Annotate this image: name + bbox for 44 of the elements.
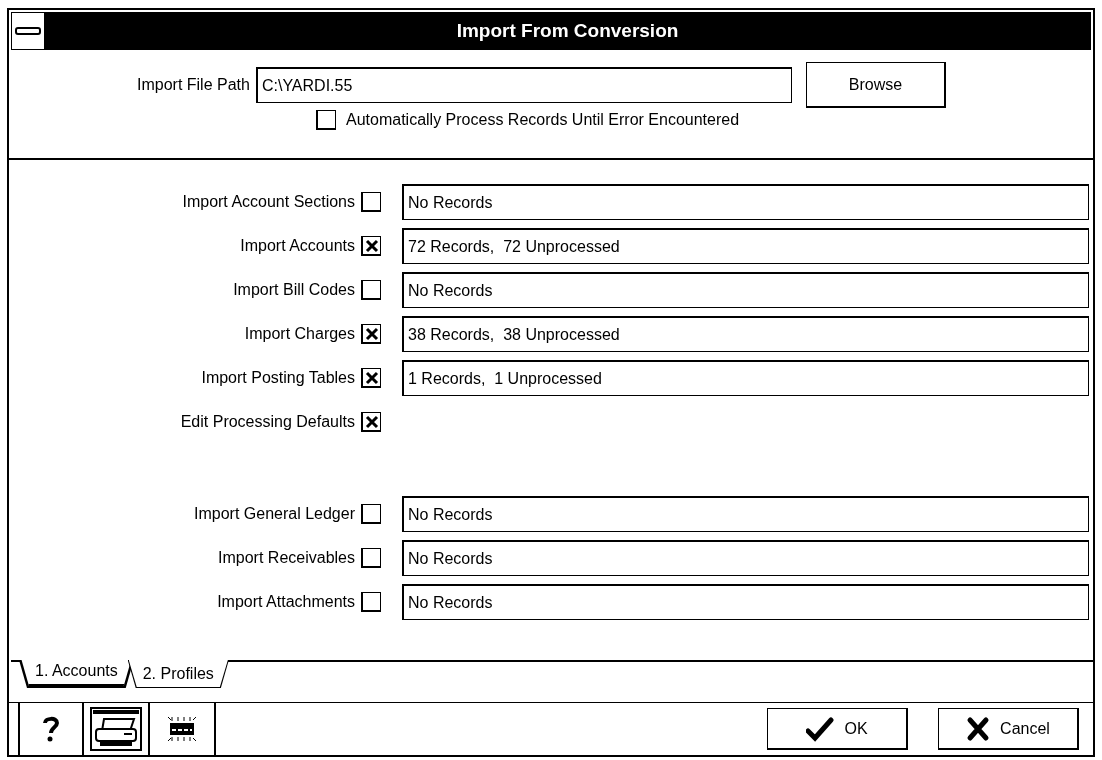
- cancel-button[interactable]: Cancel: [938, 708, 1079, 750]
- question-mark-icon: [42, 715, 60, 743]
- status-field: No Records: [402, 496, 1089, 532]
- checkbox[interactable]: [361, 324, 381, 344]
- status-field: No Records: [402, 584, 1089, 620]
- ok-button[interactable]: OK: [767, 708, 908, 750]
- status-field: No Records: [402, 272, 1089, 308]
- window-title: Import From Conversion: [44, 12, 1091, 50]
- field-label: Import File Path: [137, 76, 250, 94]
- file-path-field[interactable]: C:\YARDI.55: [255, 67, 792, 103]
- checkbox-label: Import Receivables: [217, 549, 355, 567]
- checkbox-label: Import Posting Tables: [200, 369, 355, 387]
- checkbox-label: Import Bill Codes: [232, 281, 355, 299]
- status-field: 38 Records, 38 Unprocessed: [402, 316, 1089, 352]
- help-button[interactable]: [18, 703, 84, 755]
- checkbox-label: Import Charges: [243, 325, 355, 343]
- checkbox-label: Import Attachments: [216, 593, 355, 611]
- status-field: 1 Records, 1 Unprocessed: [402, 360, 1089, 396]
- checkbox-label: Import General Ledger: [193, 505, 355, 523]
- checkbox[interactable]: [361, 280, 381, 300]
- checkbox-label: Import Account Sections: [181, 193, 355, 211]
- tab[interactable]: 2. Profiles: [128, 660, 228, 687]
- browse-button[interactable]: Browse: [805, 62, 946, 108]
- system-menu-button[interactable]: [11, 12, 44, 50]
- printer-icon: [90, 707, 142, 751]
- checkmark-icon: [806, 715, 835, 742]
- checkbox[interactable]: [316, 110, 336, 130]
- checkbox-label: Edit Processing Defaults: [179, 413, 355, 431]
- checkbox-label: Import Accounts: [239, 237, 355, 255]
- checkbox[interactable]: [361, 192, 381, 212]
- status-field: No Records: [402, 540, 1089, 576]
- checkbox-label: Automatically Process Records Until Error Encountered: [346, 111, 740, 129]
- keyboard-icon: [167, 715, 197, 743]
- tab[interactable]: 1. Accounts: [21, 658, 132, 686]
- checkbox[interactable]: [361, 504, 381, 524]
- status-field: 72 Records, 72 Unprocessed: [402, 228, 1089, 264]
- minus-icon: [15, 27, 41, 35]
- checkbox[interactable]: [361, 548, 381, 568]
- checkbox[interactable]: [361, 412, 381, 432]
- status-field: No Records: [402, 184, 1089, 220]
- x-mark-icon: [966, 715, 991, 742]
- checkbox[interactable]: [361, 592, 381, 612]
- checkbox[interactable]: [361, 236, 381, 256]
- checkbox[interactable]: [361, 368, 381, 388]
